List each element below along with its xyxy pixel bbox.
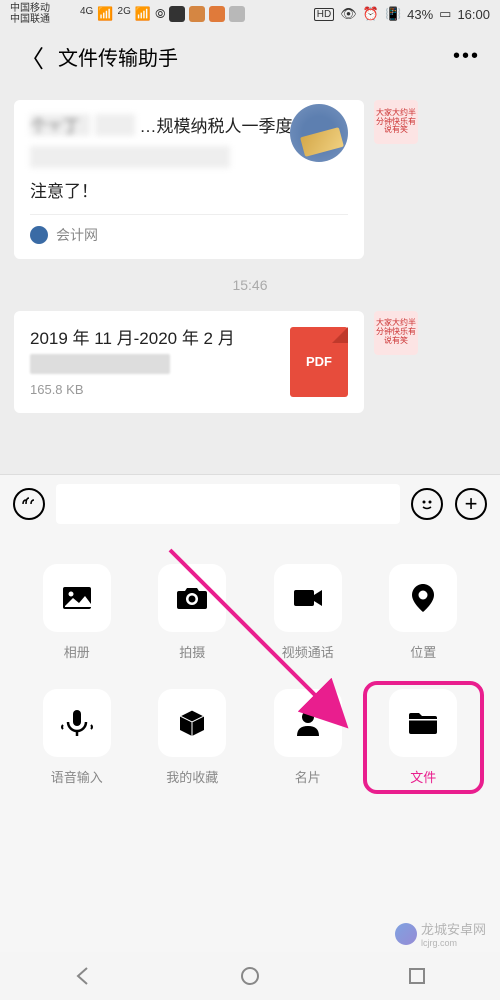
watermark-text: 龙城安卓网: [421, 919, 486, 938]
carrier-2: 中国联通: [10, 14, 50, 25]
attach-label: 拍摄: [179, 642, 205, 661]
message-input[interactable]: [56, 484, 400, 524]
more-button[interactable]: •••: [445, 45, 488, 68]
person-icon: [274, 689, 342, 757]
nav-recent[interactable]: [403, 962, 431, 990]
attachment-panel: 相册 拍摄 视频通话 位置 语音输入 我的收藏 名片: [0, 532, 500, 972]
attach-label: 文件: [410, 767, 436, 786]
chat-header: 〈 文件传输助手 •••: [0, 28, 500, 84]
app-icon-3: [209, 6, 225, 22]
smiley-icon: [411, 488, 443, 520]
signal-4g: 4G: [80, 6, 93, 22]
sound-wave-icon: [13, 488, 45, 520]
article-source: 会计网: [56, 225, 98, 245]
attach-file[interactable]: 文件: [363, 681, 485, 794]
article-thumbnail: [290, 104, 348, 162]
vibrate-icon: 📳: [385, 6, 401, 22]
blur-line: [30, 146, 230, 168]
alarm-icon: ⏰: [363, 6, 379, 22]
back-button[interactable]: 〈: [12, 39, 52, 74]
message-file[interactable]: 2019 年 11 月-2020 年 2 月 165.8 KB PDF 大家大约…: [0, 303, 500, 422]
nav-back[interactable]: [69, 962, 97, 990]
plus-icon: +: [455, 488, 487, 520]
attach-album[interactable]: 相册: [24, 564, 130, 661]
signal-2g: 2G: [118, 6, 131, 22]
voice-toggle-button[interactable]: [12, 487, 46, 521]
attach-camera[interactable]: 拍摄: [140, 564, 246, 661]
signal-icon: 📶: [97, 6, 113, 22]
watermark-url: lcjrg.com: [421, 938, 486, 948]
article-line-2: 注意了！: [30, 177, 282, 202]
file-name: 2019 年 11 月-2020 年 2 月: [30, 327, 278, 351]
file-size: 165.8 KB: [30, 382, 278, 397]
watermark-logo-icon: [395, 923, 417, 945]
chat-area: 个ㅜ丁 …规模纳税人一季度 注意了！ 会计网 大家大约半分钟快乐有说有笑 15:…: [0, 84, 500, 474]
wifi-icon: ⦾: [155, 6, 165, 22]
pdf-icon: PDF: [290, 327, 348, 397]
file-name-blur: [30, 354, 170, 374]
emoji-button[interactable]: [410, 487, 444, 521]
status-carrier: 中国移动 中国联通: [10, 3, 50, 25]
article-title-part: …规模纳税人一季度: [139, 117, 292, 136]
hd-icon: HD: [314, 8, 334, 21]
carrier-1: 中国移动: [10, 3, 50, 14]
camera-icon: [158, 564, 226, 632]
location-icon: [389, 564, 457, 632]
app-icon-2: [189, 6, 205, 22]
eye-icon: 👁: [340, 6, 357, 22]
watermark: 龙城安卓网 lcjrg.com: [395, 919, 486, 948]
pdf-label: PDF: [306, 354, 332, 369]
nav-home[interactable]: [236, 962, 264, 990]
attach-location[interactable]: 位置: [371, 564, 477, 661]
attach-label: 我的收藏: [166, 767, 218, 786]
folder-icon: [389, 689, 457, 757]
album-icon: [43, 564, 111, 632]
attach-voice-input[interactable]: 语音输入: [24, 689, 130, 786]
source-icon: [30, 226, 48, 244]
microphone-icon: [43, 689, 111, 757]
message-article[interactable]: 个ㅜ丁 …规模纳税人一季度 注意了！ 会计网 大家大约半分钟快乐有说有笑: [0, 92, 500, 267]
battery-percent: 43%: [407, 7, 433, 22]
attach-favorite[interactable]: 我的收藏: [140, 689, 246, 786]
attach-label: 名片: [295, 767, 321, 786]
input-bar: +: [0, 474, 500, 532]
attach-video-call[interactable]: 视频通话: [255, 564, 361, 661]
cube-icon: [158, 689, 226, 757]
blur-text: 个ㅜ丁: [30, 114, 90, 136]
clock-time: 16:00: [457, 7, 490, 22]
video-icon: [274, 564, 342, 632]
app-icon-1: [169, 6, 185, 22]
android-nav-bar: [0, 952, 500, 1000]
attachments-button[interactable]: +: [454, 487, 488, 521]
attach-label: 位置: [410, 642, 436, 661]
attach-label: 视频通话: [282, 642, 334, 661]
signal-icon-2: 📶: [135, 6, 151, 22]
status-bar: 中国移动 中国联通 4G 📶 2G 📶 ⦾ HD 👁 ⏰ 📳 43% ▭ 16:…: [0, 0, 500, 28]
timestamp: 15:46: [0, 267, 500, 303]
attach-label: 语音输入: [51, 767, 103, 786]
blur-text-2: [95, 114, 135, 136]
attach-label: 相册: [64, 642, 90, 661]
chat-title: 文件传输助手: [58, 42, 445, 71]
attach-contact[interactable]: 名片: [255, 689, 361, 786]
sender-avatar-2[interactable]: 大家大约半分钟快乐有说有笑: [374, 311, 418, 355]
battery-icon: ▭: [439, 6, 451, 22]
app-icon-4: [229, 6, 245, 22]
sender-avatar[interactable]: 大家大约半分钟快乐有说有笑: [374, 100, 418, 144]
